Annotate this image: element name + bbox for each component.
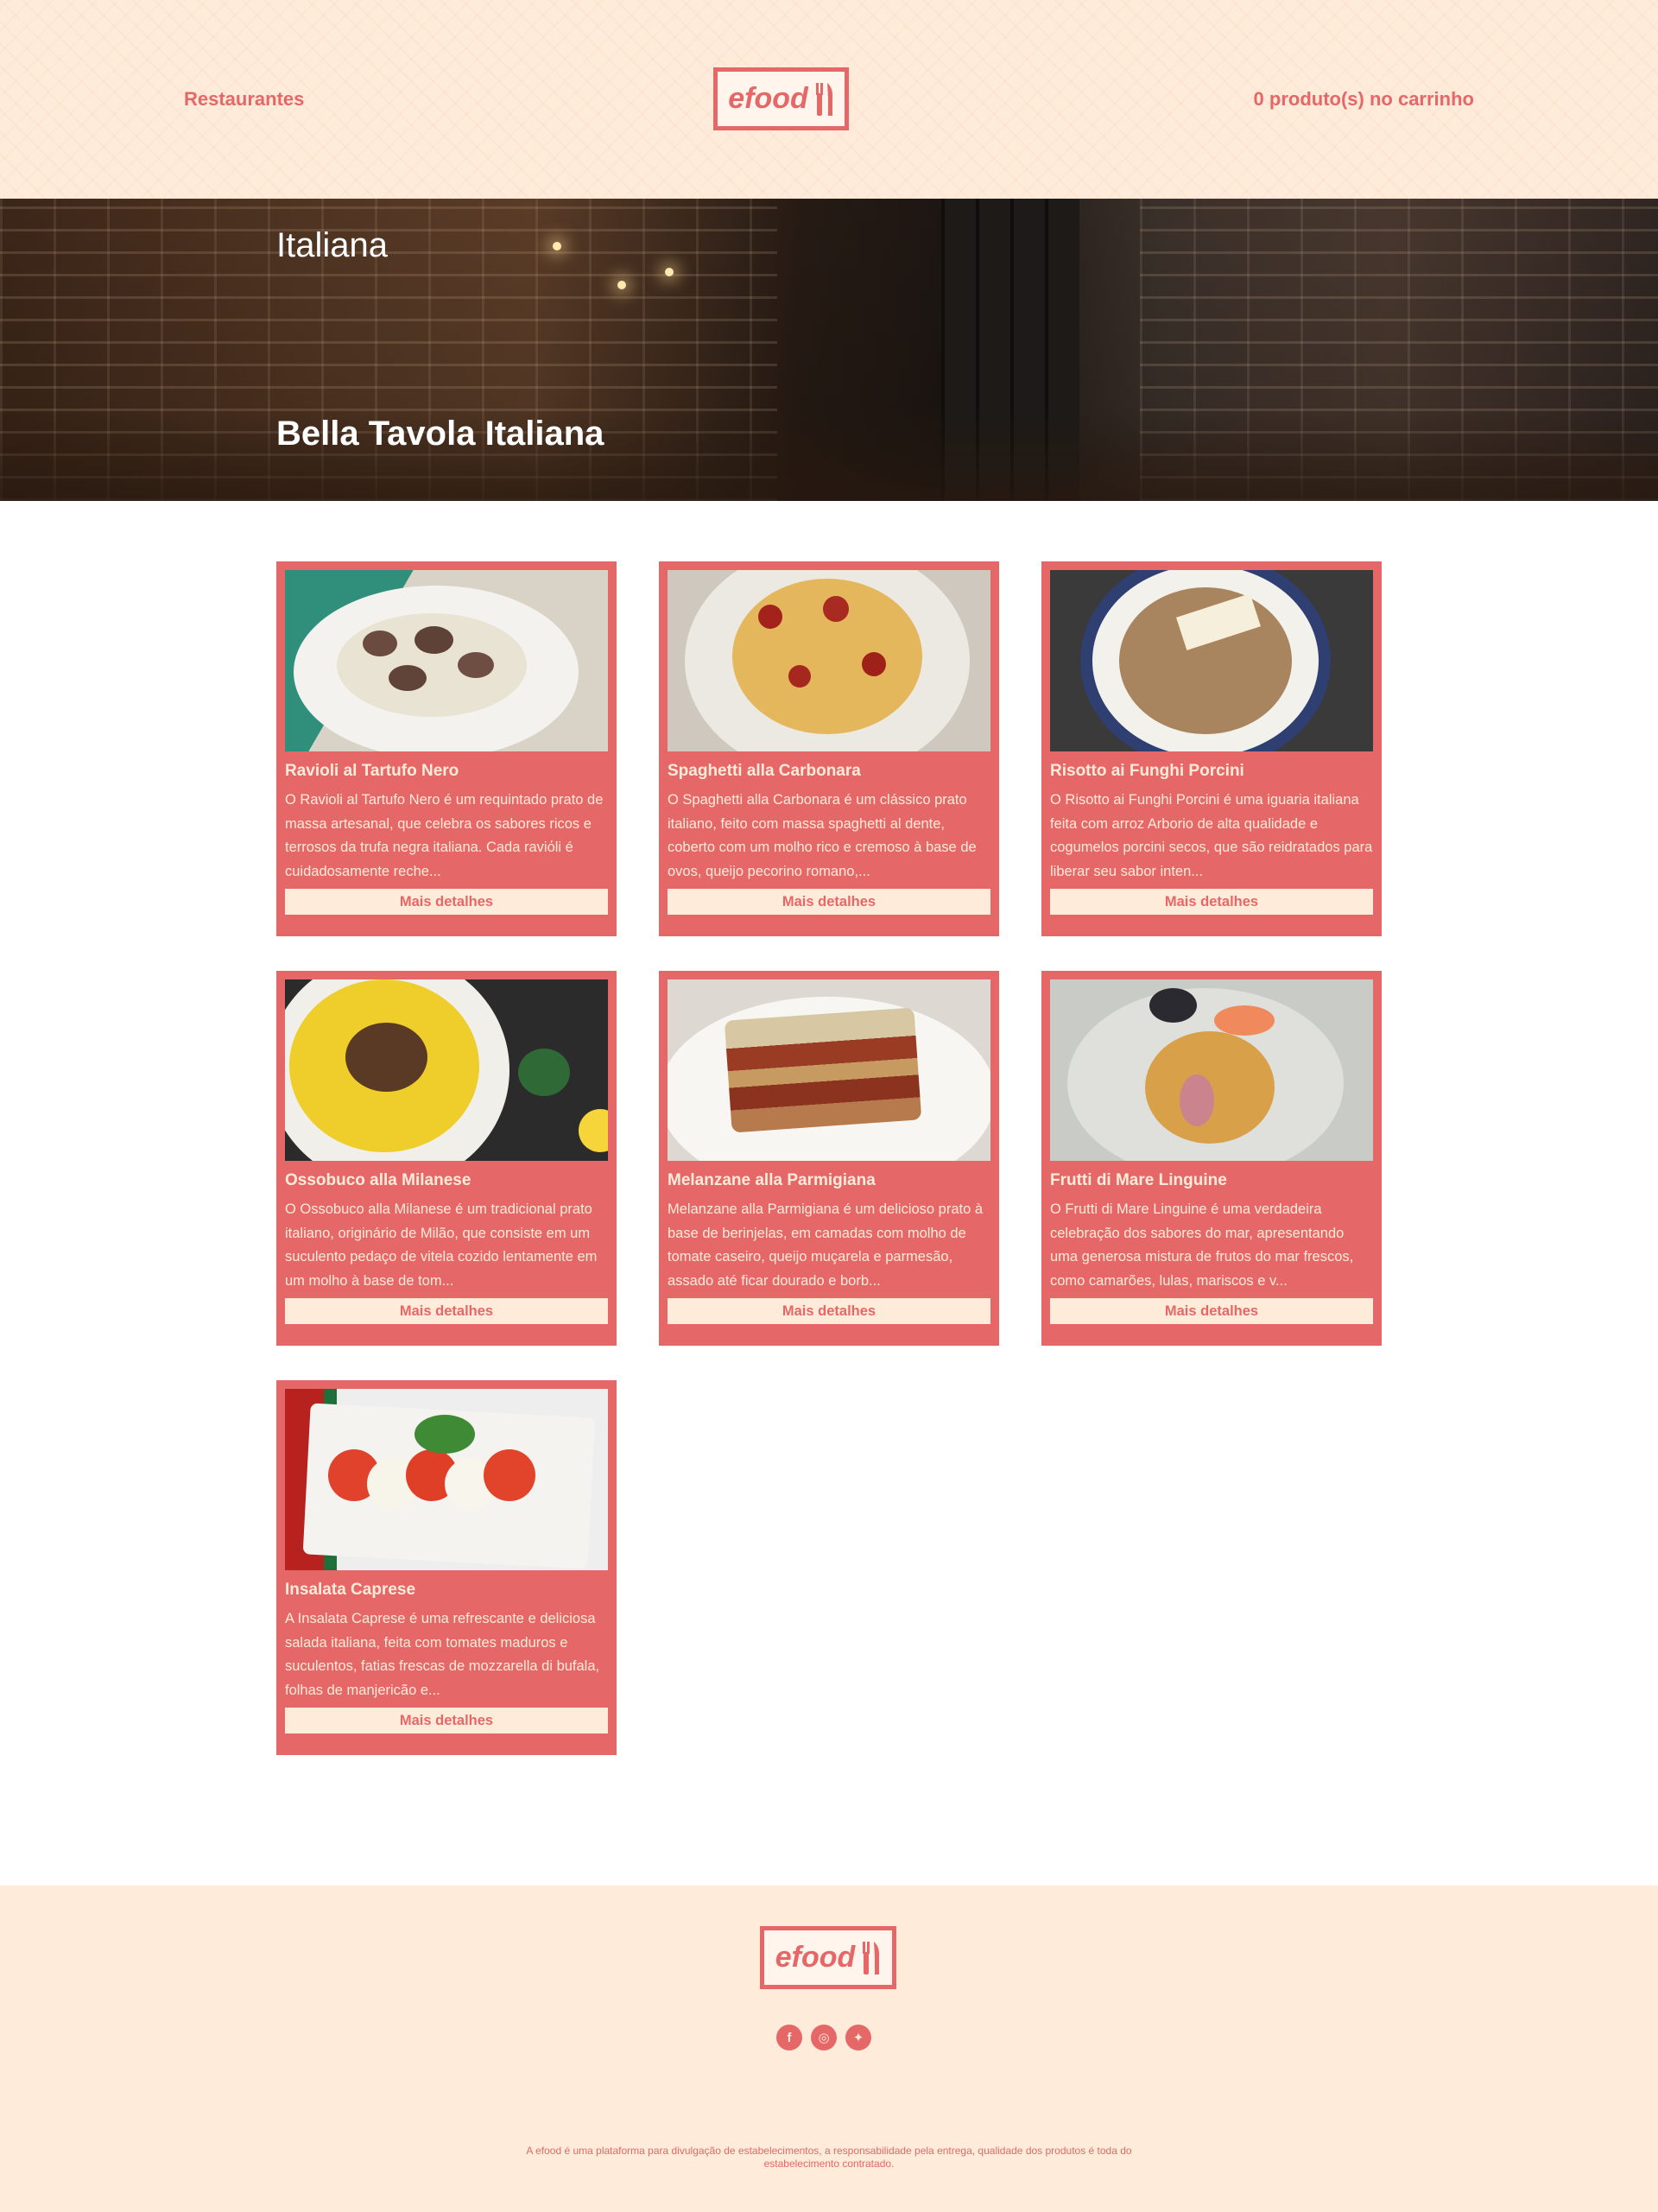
cart-link[interactable]: 0 produto(s) no carrinho: [1254, 86, 1474, 112]
more-details-button[interactable]: Mais detalhes: [285, 889, 608, 915]
dish-title: Risotto ai Funghi Porcini: [1050, 762, 1244, 780]
footer-disclaimer: A efood é uma plataforma para divulgação…: [526, 2145, 1132, 2170]
ravioli-photo: [285, 570, 608, 751]
logo-text: efood: [728, 82, 808, 115]
more-details-button[interactable]: Mais detalhes: [285, 1298, 608, 1324]
footer-logo[interactable]: efood: [760, 1926, 896, 1989]
dish-title: Frutti di Mare Linguine: [1050, 1171, 1227, 1189]
more-details-button[interactable]: Mais detalhes: [1050, 1298, 1373, 1324]
hero-lamp: [665, 268, 674, 276]
restaurant-name: Bella Tavola Italiana: [276, 415, 604, 453]
dish-description: O Frutti di Mare Linguine é uma verdadei…: [1050, 1201, 1354, 1289]
carbonara-photo: [668, 570, 990, 751]
header-logo[interactable]: efood: [713, 67, 849, 130]
dish-description: Melanzane alla Parmigiana é um delicioso…: [668, 1201, 984, 1289]
dish-description: O Ossobuco alla Milanese é um tradiciona…: [285, 1201, 598, 1289]
parmigiana-photo: [668, 979, 990, 1161]
menu-card: Insalata Caprese A Insalata Caprese é um…: [276, 1380, 617, 1755]
hero-lamp: [617, 281, 626, 289]
logo-text: efood: [775, 1941, 856, 1974]
nav-restaurants-link[interactable]: Restaurantes: [184, 86, 304, 112]
more-details-button[interactable]: Mais detalhes: [668, 1298, 990, 1324]
more-details-button[interactable]: Mais detalhes: [1050, 889, 1373, 915]
caprese-photo: [285, 1389, 608, 1570]
menu-card: Risotto ai Funghi Porcini O Risotto ai F…: [1041, 561, 1382, 936]
instagram-icon[interactable]: ◎: [811, 2025, 837, 2050]
fork-knife-icon: [863, 1941, 880, 1974]
dish-title: Spaghetti alla Carbonara: [668, 762, 861, 780]
menu-card: Spaghetti alla Carbonara O Spaghetti all…: [659, 561, 999, 936]
site-header: Restaurantes efood 0 produto(s) no carri…: [0, 0, 1658, 199]
menu-card: Frutti di Mare Linguine O Frutti di Mare…: [1041, 971, 1382, 1346]
risotto-photo: [1050, 570, 1373, 751]
hero-lamp: [553, 242, 561, 250]
twitter-icon[interactable]: ✦: [845, 2025, 871, 2050]
menu-card: Ravioli al Tartufo Nero O Ravioli al Tar…: [276, 561, 617, 936]
dish-title: Melanzane alla Parmigiana: [668, 1171, 876, 1189]
menu-card: Melanzane alla Parmigiana Melanzane alla…: [659, 971, 999, 1346]
fork-knife-icon: [815, 82, 832, 116]
dish-description: O Ravioli al Tartufo Nero é um requintad…: [285, 792, 604, 879]
facebook-icon[interactable]: f: [776, 2025, 802, 2050]
hero-tables: [0, 406, 1658, 501]
menu-card: Ossobuco alla Milanese O Ossobuco alla M…: [276, 971, 617, 1346]
social-links: f ◎ ✦: [776, 2025, 871, 2050]
ossobuco-photo: [285, 979, 608, 1161]
more-details-button[interactable]: Mais detalhes: [285, 1708, 608, 1733]
dish-title: Insalata Caprese: [285, 1581, 416, 1599]
linguine-photo: [1050, 979, 1373, 1161]
restaurant-hero-banner: Italiana Bella Tavola Italiana: [0, 199, 1658, 501]
more-details-button[interactable]: Mais detalhes: [668, 889, 990, 915]
dish-title: Ossobuco alla Milanese: [285, 1171, 471, 1189]
dish-description: A Insalata Caprese é uma refrescante e d…: [285, 1611, 600, 1698]
dish-title: Ravioli al Tartufo Nero: [285, 762, 459, 780]
dish-description: O Risotto ai Funghi Porcini é uma iguari…: [1050, 792, 1373, 879]
dish-description: O Spaghetti alla Carbonara é um clássico…: [668, 792, 977, 879]
site-footer: efood f ◎ ✦ A efood é uma plataforma par…: [0, 1886, 1658, 2212]
restaurant-category: Italiana: [276, 226, 388, 264]
